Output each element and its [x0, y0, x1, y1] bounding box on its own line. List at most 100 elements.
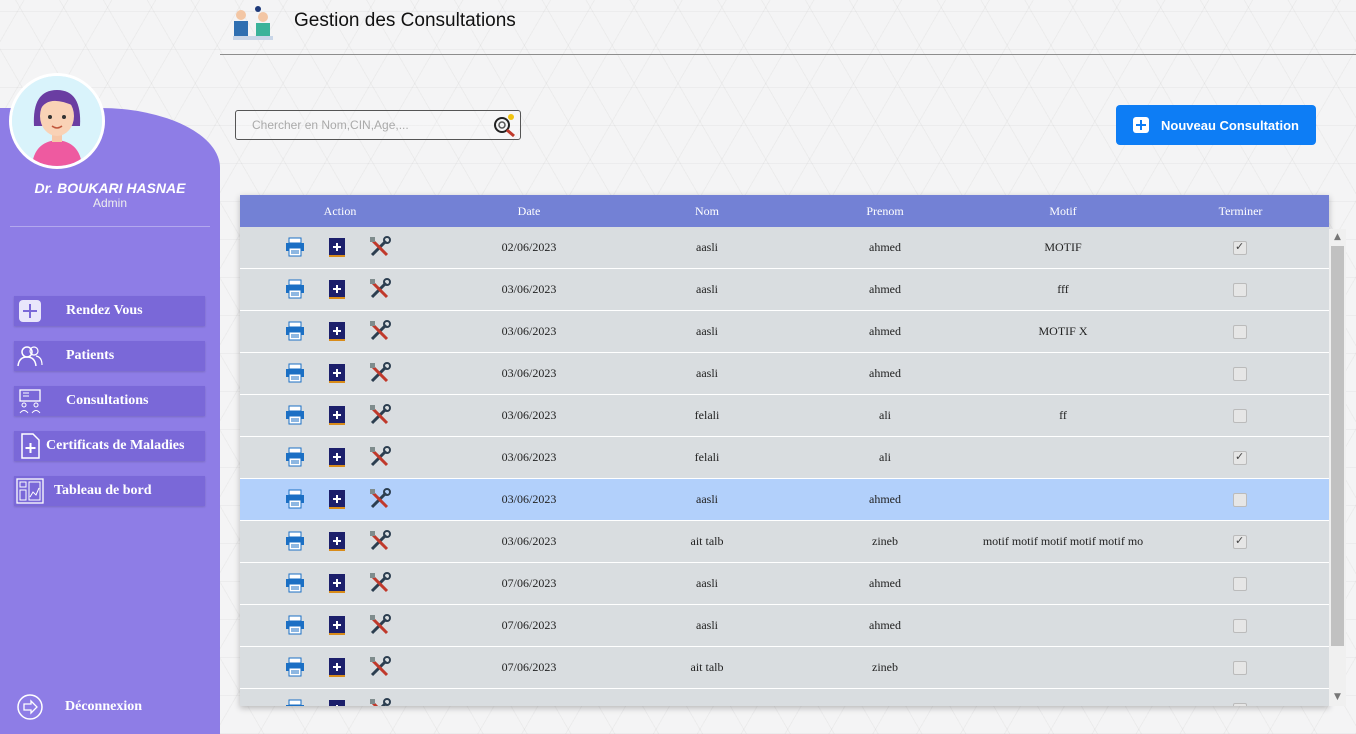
scroll-down-arrow-icon[interactable]: ▼ — [1329, 689, 1346, 706]
add-icon[interactable] — [326, 530, 348, 552]
print-icon[interactable] — [284, 698, 306, 706]
edit-tools-icon[interactable] — [369, 656, 391, 678]
table-row[interactable] — [240, 689, 1329, 706]
print-icon[interactable] — [284, 362, 306, 384]
table-row[interactable]: 03/06/2023 felali ali — [240, 437, 1329, 479]
add-icon[interactable] — [326, 320, 348, 342]
plus-square-icon — [16, 298, 44, 324]
cell-motif: ff — [1059, 408, 1067, 422]
edit-tools-icon[interactable] — [369, 698, 391, 706]
terminer-checkbox[interactable] — [1233, 325, 1247, 339]
terminer-checkbox[interactable] — [1233, 283, 1247, 297]
print-icon[interactable] — [284, 530, 306, 552]
edit-tools-icon[interactable] — [369, 572, 391, 594]
table-row[interactable]: 07/06/2023 ait talb zineb — [240, 647, 1329, 689]
edit-tools-icon[interactable] — [369, 530, 391, 552]
scroll-thumb[interactable] — [1331, 246, 1344, 646]
search-input[interactable] — [236, 111, 484, 139]
table-row[interactable]: 02/06/2023 aasli ahmed MOTIF — [240, 227, 1329, 269]
terminer-checkbox[interactable] — [1233, 661, 1247, 675]
edit-tools-icon[interactable] — [369, 488, 391, 510]
cell-date: 03/06/2023 — [501, 366, 557, 380]
column-header-prenom: Prenom — [866, 204, 904, 218]
sidebar-item-certificats[interactable]: Certificats de Maladies — [14, 431, 205, 461]
cell-nom: aasli — [696, 576, 718, 590]
dashboard-icon — [16, 478, 44, 504]
terminer-checkbox[interactable] — [1233, 240, 1247, 255]
add-icon[interactable] — [326, 278, 348, 300]
add-icon[interactable] — [326, 446, 348, 468]
terminer-checkbox[interactable] — [1233, 534, 1247, 549]
sidebar-divider — [10, 226, 210, 227]
table-row[interactable]: 07/06/2023 aasli ahmed — [240, 563, 1329, 605]
sidebar-item-consultations[interactable]: Consultations — [14, 386, 205, 416]
print-icon[interactable] — [284, 320, 306, 342]
logout-label: Déconnexion — [65, 699, 142, 714]
table-row[interactable]: 03/06/2023 aasli ahmed — [240, 479, 1329, 521]
cell-date: 07/06/2023 — [501, 660, 557, 674]
table-header: Action Date Nom Prenom Motif Terminer — [240, 195, 1329, 227]
new-consultation-button[interactable]: Nouveau Consultation — [1116, 105, 1316, 145]
table-row[interactable]: 03/06/2023 felali ali ff — [240, 395, 1329, 437]
terminer-checkbox[interactable] — [1233, 619, 1247, 633]
print-icon[interactable] — [284, 656, 306, 678]
print-icon[interactable] — [284, 572, 306, 594]
cell-date: 03/06/2023 — [501, 534, 557, 548]
sidebar-item-label: Tableau de bord — [54, 483, 152, 498]
terminer-checkbox[interactable] — [1233, 577, 1247, 591]
table-row[interactable]: 03/06/2023 ait talb zineb motif motif motif… — [240, 521, 1329, 563]
terminer-checkbox[interactable] — [1233, 703, 1247, 706]
table-row[interactable]: 03/06/2023 aasli ahmed MOTIF X — [240, 311, 1329, 353]
cell-motif: fff — [1057, 282, 1069, 296]
add-icon[interactable] — [326, 656, 348, 678]
cell-motif — [974, 353, 1152, 394]
cell-nom: felali — [694, 408, 720, 422]
table-row[interactable]: 03/06/2023 aasli ahmed fff — [240, 269, 1329, 311]
terminer-checkbox[interactable] — [1233, 367, 1247, 381]
column-header-date: Date — [517, 204, 541, 218]
edit-tools-icon[interactable] — [369, 278, 391, 300]
print-icon[interactable] — [284, 446, 306, 468]
sidebar-item-label: Certificats de Maladies — [46, 438, 185, 453]
add-icon[interactable] — [326, 404, 348, 426]
add-icon[interactable] — [326, 362, 348, 384]
sidebar-item-patients[interactable]: Patients — [14, 341, 205, 371]
terminer-checkbox[interactable] — [1233, 409, 1247, 423]
sidebar-item-tableau-de-bord[interactable]: Tableau de bord — [14, 476, 205, 506]
column-header-action: Action — [323, 204, 357, 218]
print-icon[interactable] — [284, 488, 306, 510]
edit-tools-icon[interactable] — [369, 236, 391, 258]
edit-tools-icon[interactable] — [369, 446, 391, 468]
edit-tools-icon[interactable] — [369, 404, 391, 426]
scroll-up-arrow-icon[interactable]: ▲ — [1329, 229, 1346, 246]
add-icon[interactable] — [326, 614, 348, 636]
cell-nom: aasli — [696, 282, 718, 296]
print-icon[interactable] — [284, 236, 306, 258]
print-icon[interactable] — [284, 278, 306, 300]
search-icon[interactable] — [490, 112, 518, 138]
print-icon[interactable] — [284, 614, 306, 636]
cell-motif — [974, 437, 1152, 478]
sidebar-item-rendez-vous[interactable]: Rendez Vous — [14, 296, 205, 326]
edit-tools-icon[interactable] — [369, 614, 391, 636]
add-icon[interactable] — [326, 698, 348, 706]
add-icon[interactable] — [326, 572, 348, 594]
cell-motif — [974, 689, 1152, 706]
cell-prenom: ahmed — [869, 282, 901, 296]
terminer-checkbox[interactable] — [1233, 493, 1247, 507]
table-row[interactable]: 03/06/2023 aasli ahmed — [240, 353, 1329, 395]
edit-tools-icon[interactable] — [369, 320, 391, 342]
edit-tools-icon[interactable] — [369, 362, 391, 384]
logout-button[interactable]: Déconnexion — [14, 692, 205, 722]
sidebar-item-label: Consultations — [66, 393, 149, 408]
table-scrollbar[interactable]: ▲ ▼ — [1329, 229, 1346, 706]
add-icon[interactable] — [326, 236, 348, 258]
page-header: Gestion des Consultations — [220, 0, 1356, 55]
doctor-role: Admin — [92, 196, 127, 210]
cell-date: 03/06/2023 — [501, 492, 557, 506]
sidebar-item-label: Rendez Vous — [66, 303, 143, 318]
terminer-checkbox[interactable] — [1233, 450, 1247, 465]
print-icon[interactable] — [284, 404, 306, 426]
add-icon[interactable] — [326, 488, 348, 510]
table-row[interactable]: 07/06/2023 aasli ahmed — [240, 605, 1329, 647]
